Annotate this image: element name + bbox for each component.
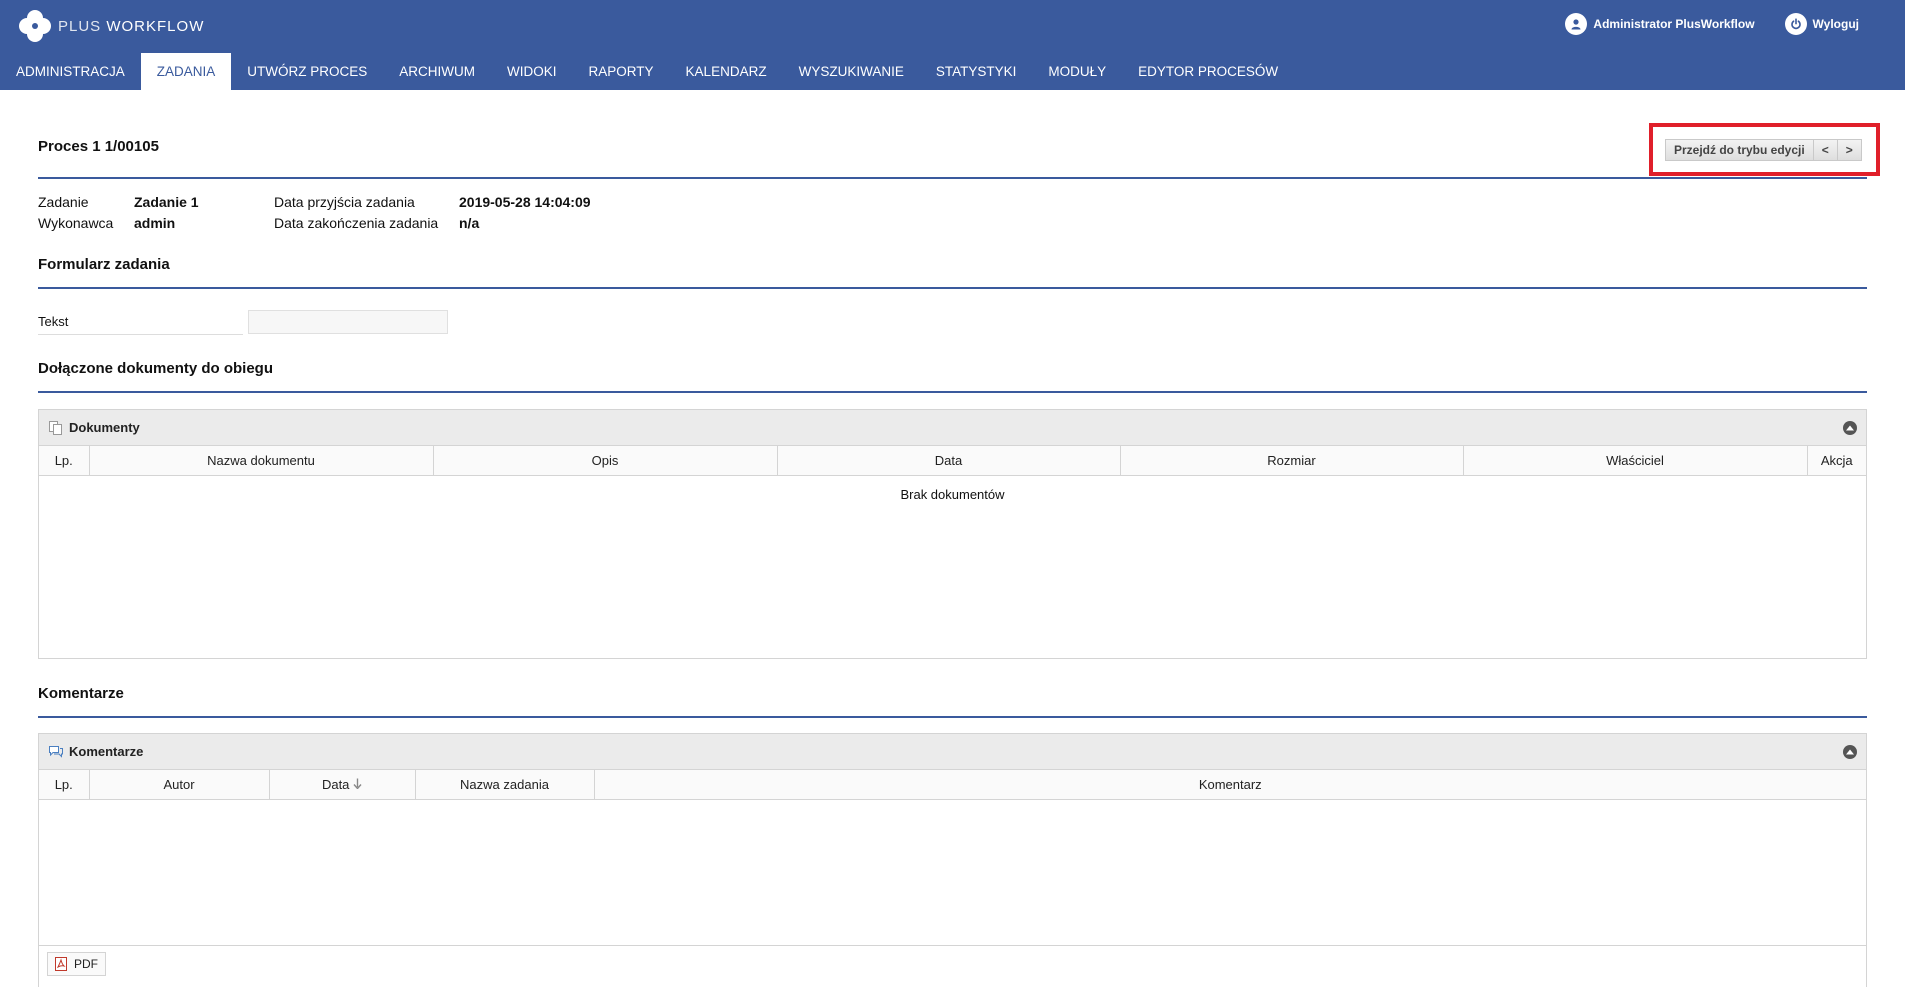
- column-header-rozmiar[interactable]: Rozmiar: [1120, 446, 1464, 476]
- text-field-input[interactable]: [248, 310, 448, 334]
- top-header: PLUS WORKFLOW Administrator PlusWorkflow…: [0, 0, 1905, 53]
- power-icon: [1784, 13, 1807, 35]
- user-profile-link[interactable]: Administrator PlusWorkflow: [1565, 13, 1755, 35]
- text-field-label: Tekst: [38, 314, 243, 335]
- nav-item-wyszukiwanie[interactable]: WYSZUKIWANIE: [783, 53, 920, 90]
- app-logo[interactable]: PLUS WORKFLOW: [18, 9, 204, 43]
- column-header-data[interactable]: Data: [269, 770, 416, 800]
- column-header-autor[interactable]: Autor: [89, 770, 270, 800]
- comments-divider: [38, 716, 1867, 718]
- column-header-lp[interactable]: Lp.: [39, 770, 90, 800]
- documents-empty-message: Brak dokumentów: [900, 486, 1005, 502]
- assignee-label: Wykonawca: [38, 215, 114, 231]
- assignee-value: admin: [134, 215, 176, 231]
- comments-panel-header: Komentarze: [39, 734, 1866, 770]
- nav-item-archiwum[interactable]: ARCHIWUM: [383, 53, 491, 90]
- comments-table: Lp. Autor Data Nazwa zadania Komentarz: [39, 770, 1866, 800]
- previous-button[interactable]: <: [1813, 139, 1838, 161]
- comments-panel-title: Komentarze: [69, 744, 144, 759]
- nav-item-zadania[interactable]: ZADANIA: [140, 53, 232, 90]
- documents-panel-header: Dokumenty: [39, 410, 1866, 446]
- comments-header-row: Lp. Autor Data Nazwa zadania Komentarz: [39, 770, 1866, 800]
- nav-item-moduly[interactable]: MODUŁY: [1032, 53, 1122, 90]
- sort-descending-icon: [353, 778, 362, 790]
- plusworkflow-logo-icon: [19, 10, 51, 42]
- comments-icon: [49, 745, 63, 758]
- nav-item-administracja[interactable]: ADMINISTRACJA: [0, 53, 141, 90]
- form-divider: [38, 287, 1867, 289]
- user-area: Administrator PlusWorkflow Wyloguj: [1565, 13, 1859, 35]
- pdf-icon: [55, 957, 67, 971]
- column-header-opis[interactable]: Opis: [433, 446, 778, 476]
- pdf-label: PDF: [74, 957, 98, 971]
- user-name: Administrator PlusWorkflow: [1593, 17, 1755, 31]
- column-header-akcja[interactable]: Akcja: [1807, 446, 1866, 476]
- column-header-komentarz[interactable]: Komentarz: [594, 770, 1866, 800]
- nav-item-edytor-procesow[interactable]: EDYTOR PROCESÓW: [1122, 53, 1294, 90]
- column-header-wlasciciel[interactable]: Właściciel: [1463, 446, 1808, 476]
- task-value: Zadanie 1: [134, 194, 199, 210]
- title-divider: [38, 177, 1867, 179]
- collapse-up-icon[interactable]: [1843, 745, 1857, 759]
- documents-section-title: Dołączone dokumenty do obiegu: [38, 360, 274, 377]
- process-title: Proces 1 1/00105: [38, 138, 159, 155]
- main-nav: ADMINISTRACJA ZADANIA UTWÓRZ PROCES ARCH…: [0, 53, 1905, 90]
- column-header-nazwa-zadania[interactable]: Nazwa zadania: [415, 770, 595, 800]
- edit-mode-button[interactable]: Przejdź do trybu edycji: [1665, 139, 1814, 161]
- logout-label: Wyloguj: [1812, 17, 1859, 31]
- documents-divider: [38, 391, 1867, 393]
- collapse-up-icon[interactable]: [1843, 421, 1857, 435]
- nav-item-kalendarz[interactable]: KALENDARZ: [670, 53, 783, 90]
- task-label: Zadanie: [38, 194, 89, 210]
- column-header-lp[interactable]: Lp.: [39, 446, 90, 476]
- user-icon: [1565, 13, 1588, 35]
- received-date-value: 2019-05-28 14:04:09: [459, 194, 591, 210]
- pdf-export-button[interactable]: PDF: [47, 952, 106, 976]
- documents-panel: Dokumenty Lp. Nazwa dokumentu Opis Data …: [38, 409, 1867, 659]
- logout-link[interactable]: Wyloguj: [1784, 13, 1859, 35]
- nav-item-utworz-proces[interactable]: UTWÓRZ PROCES: [231, 53, 383, 90]
- nav-item-statystyki[interactable]: STATYSTYKI: [920, 53, 1033, 90]
- form-section-title: Formularz zadania: [38, 256, 170, 273]
- documents-table: Lp. Nazwa dokumentu Opis Data Rozmiar Wł…: [39, 446, 1866, 476]
- finished-date-value: n/a: [459, 215, 480, 231]
- logo-wordmark: PLUS WORKFLOW: [58, 17, 205, 35]
- process-toolbar: Przejdź do trybu edycji < >: [1665, 139, 1862, 161]
- comments-footer-divider: [39, 945, 1866, 946]
- nav-item-widoki[interactable]: WIDOKI: [491, 53, 573, 90]
- column-header-data[interactable]: Data: [777, 446, 1121, 476]
- documents-icon: [49, 420, 62, 435]
- next-button[interactable]: >: [1837, 139, 1862, 161]
- finished-date-label: Data zakończenia zadania: [274, 215, 439, 231]
- received-date-label: Data przyjścia zadania: [274, 194, 415, 210]
- documents-panel-title: Dokumenty: [69, 420, 140, 435]
- nav-item-raporty[interactable]: RAPORTY: [573, 53, 670, 90]
- documents-header-row: Lp. Nazwa dokumentu Opis Data Rozmiar Wł…: [39, 446, 1866, 476]
- comments-panel: Komentarze Lp. Autor Data Nazwa zadania …: [38, 733, 1867, 987]
- comments-section-title: Komentarze: [38, 685, 124, 702]
- column-header-data-label: Data: [321, 776, 350, 792]
- column-header-nazwa-dokumentu[interactable]: Nazwa dokumentu: [89, 446, 434, 476]
